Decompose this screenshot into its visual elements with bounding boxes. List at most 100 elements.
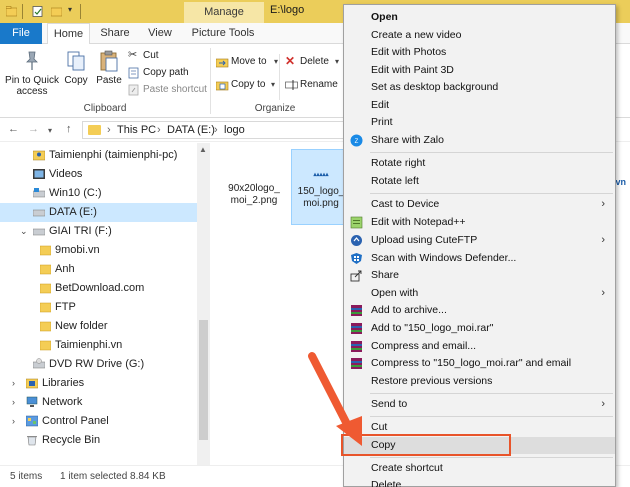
tab-file[interactable]: File bbox=[0, 23, 42, 44]
menu-item-print[interactable]: Print bbox=[344, 114, 615, 131]
file-item-selected[interactable]: ▴▴▴▴▴ 150_logo_ moi.png bbox=[291, 149, 351, 225]
up-arrow-icon[interactable]: ↑ bbox=[66, 123, 72, 135]
tree-item-anh[interactable]: Anh bbox=[0, 260, 197, 279]
menu-item-label: Add to archive... bbox=[371, 304, 447, 316]
tree-item-9mobi[interactable]: 9mobi.vn bbox=[0, 241, 197, 260]
expand-chevron-icon[interactable]: › bbox=[12, 374, 15, 393]
expand-chevron-icon[interactable]: › bbox=[12, 393, 15, 412]
expand-chevron-icon[interactable]: › bbox=[12, 412, 15, 431]
tree-item-new-folder[interactable]: New folder bbox=[0, 317, 197, 336]
menu-item-add-to-archive[interactable]: Add to archive... bbox=[344, 302, 615, 319]
menu-item-edit-with-photos[interactable]: Edit with Photos bbox=[344, 44, 615, 61]
copy-button[interactable]: Copy bbox=[62, 50, 90, 86]
paste-button-label: Paste bbox=[96, 75, 122, 86]
rename-label: Rename bbox=[300, 79, 338, 90]
paste-button[interactable]: Paste bbox=[94, 50, 124, 86]
menu-item-rotate-left[interactable]: Rotate left bbox=[344, 173, 615, 190]
customize-toolbar-icon[interactable]: ▾ bbox=[68, 5, 72, 14]
folder-icon bbox=[40, 264, 51, 275]
new-folder-icon[interactable] bbox=[51, 6, 62, 17]
menu-item-share[interactable]: Share bbox=[344, 267, 615, 284]
menu-item-delete[interactable]: Delete bbox=[344, 477, 615, 487]
tab-manage[interactable]: Manage bbox=[184, 2, 264, 23]
forward-arrow-icon[interactable]: → bbox=[28, 123, 39, 135]
expand-chevron-icon[interactable]: ⌄ bbox=[20, 222, 28, 241]
menu-item-scan-defender[interactable]: Scan with Windows Defender... bbox=[344, 250, 615, 267]
menu-item-create-shortcut[interactable]: Create shortcut bbox=[344, 460, 615, 477]
menu-item-label: Open bbox=[371, 11, 398, 23]
dropdown-arrow-icon: ▾ bbox=[274, 57, 279, 66]
menu-item-send-to[interactable]: Send to › bbox=[344, 396, 615, 413]
tree-item-win10-drive[interactable]: Win10 (C:) bbox=[0, 184, 197, 203]
tree-item-taimienphi-vn[interactable]: Taimienphi.vn bbox=[0, 336, 197, 355]
tree-item-giaitri-drive[interactable]: ⌄ GIAI TRI (F:) bbox=[0, 222, 197, 241]
menu-item-compress-to-rar-email[interactable]: Compress to "150_logo_moi.rar" and email bbox=[344, 355, 615, 372]
dvd-drive-icon bbox=[33, 358, 45, 369]
back-arrow-icon[interactable]: ← bbox=[8, 123, 19, 135]
selection-info: 1 item selected 8.84 KB bbox=[60, 471, 166, 482]
menu-item-set-desktop-background[interactable]: Set as desktop background bbox=[344, 79, 615, 96]
menu-item-create-video[interactable]: Create a new video bbox=[344, 27, 615, 44]
menu-item-label: Scan with Windows Defender... bbox=[371, 252, 517, 264]
control-panel-icon bbox=[26, 415, 38, 427]
submenu-chevron-icon: › bbox=[601, 198, 605, 210]
submenu-chevron-icon: › bbox=[601, 398, 605, 410]
menu-item-open[interactable]: Open bbox=[344, 9, 615, 26]
menu-item-open-with[interactable]: Open with › bbox=[344, 285, 615, 302]
submenu-chevron-icon: › bbox=[601, 234, 605, 246]
menu-item-edit[interactable]: Edit bbox=[344, 97, 615, 114]
menu-item-add-to-rar[interactable]: Add to "150_logo_moi.rar" bbox=[344, 320, 615, 337]
scroll-up-arrow-icon[interactable]: ▲ bbox=[199, 145, 207, 154]
tab-picture-tools[interactable]: Picture Tools bbox=[188, 23, 258, 44]
tab-share[interactable]: Share bbox=[95, 23, 135, 44]
breadcrumb-logo[interactable]: logo bbox=[224, 124, 245, 136]
clipboard-group-label: Clipboard bbox=[83, 103, 127, 114]
tree-item-recycle-bin[interactable]: Recycle Bin bbox=[0, 431, 197, 450]
tree-item-user[interactable]: Taimienphi (taimienphi-pc) bbox=[0, 146, 197, 165]
nav-scrollbar-thumb[interactable] bbox=[199, 320, 208, 440]
file-name-line1: 90x20logo_ bbox=[228, 183, 280, 194]
tree-item-data-drive[interactable]: DATA (E:) bbox=[0, 203, 197, 222]
pin-to-quick-access-button[interactable]: Pin to Quick access bbox=[4, 50, 60, 97]
menu-item-restore-previous-versions[interactable]: Restore previous versions bbox=[344, 373, 615, 390]
item-count: 5 items bbox=[10, 471, 43, 482]
tree-item-network[interactable]: › Network bbox=[0, 393, 197, 412]
tree-item-label: Win10 (C:) bbox=[49, 187, 102, 199]
tree-item-label: New folder bbox=[55, 320, 108, 332]
pin-label-line1: Pin to Quick bbox=[5, 75, 59, 86]
menu-item-share-zalo[interactable]: Z Share with Zalo bbox=[344, 132, 615, 149]
menu-item-label: Add to "150_logo_moi.rar" bbox=[371, 322, 494, 334]
tree-item-ftp[interactable]: FTP bbox=[0, 298, 197, 317]
dropdown-arrow-icon: ▾ bbox=[271, 80, 276, 89]
file-explorer-icon[interactable] bbox=[6, 6, 17, 17]
menu-item-cast-to-device[interactable]: Cast to Device › bbox=[344, 196, 615, 213]
dropdown-arrow-icon: ▾ bbox=[335, 57, 340, 66]
properties-icon[interactable] bbox=[32, 6, 43, 17]
copy-to-icon bbox=[216, 81, 229, 91]
breadcrumb-data-drive[interactable]: DATA (E:) bbox=[167, 124, 215, 136]
address-bar[interactable]: › This PC › DATA (E:) › logo bbox=[82, 121, 352, 139]
menu-item-compress-email[interactable]: Compress and email... bbox=[344, 338, 615, 355]
folder-icon bbox=[88, 125, 101, 135]
tree-item-label: DATA (E:) bbox=[49, 206, 97, 218]
menu-divider bbox=[370, 193, 613, 194]
tree-item-control-panel[interactable]: › Control Panel bbox=[0, 412, 197, 431]
tree-item-dvd-drive[interactable]: DVD RW Drive (G:) bbox=[0, 355, 197, 374]
drive-icon bbox=[33, 228, 45, 236]
tab-home[interactable]: Home bbox=[47, 23, 90, 45]
recent-locations-icon[interactable]: ▾ bbox=[48, 126, 52, 135]
menu-item-rotate-right[interactable]: Rotate right bbox=[344, 155, 615, 172]
menu-item-label: Edit with Paint 3D bbox=[371, 64, 454, 76]
move-to-label: Move to bbox=[231, 56, 267, 67]
tab-view[interactable]: View bbox=[140, 23, 180, 44]
tree-item-betdownload[interactable]: BetDownload.com bbox=[0, 279, 197, 298]
divider bbox=[80, 4, 81, 19]
tree-item-videos[interactable]: Videos bbox=[0, 165, 197, 184]
tree-item-libraries[interactable]: › Libraries bbox=[0, 374, 197, 393]
file-item[interactable]: 90x20logo_ moi_2.png bbox=[226, 183, 282, 223]
menu-item-edit-notepadpp[interactable]: Edit with Notepad++ bbox=[344, 214, 615, 231]
breadcrumb-this-pc[interactable]: This PC bbox=[117, 124, 156, 136]
menu-item-upload-cuteftp[interactable]: Upload using CuteFTP › bbox=[344, 232, 615, 249]
menu-item-edit-with-paint3d[interactable]: Edit with Paint 3D bbox=[344, 62, 615, 79]
winrar-icon bbox=[351, 323, 362, 334]
